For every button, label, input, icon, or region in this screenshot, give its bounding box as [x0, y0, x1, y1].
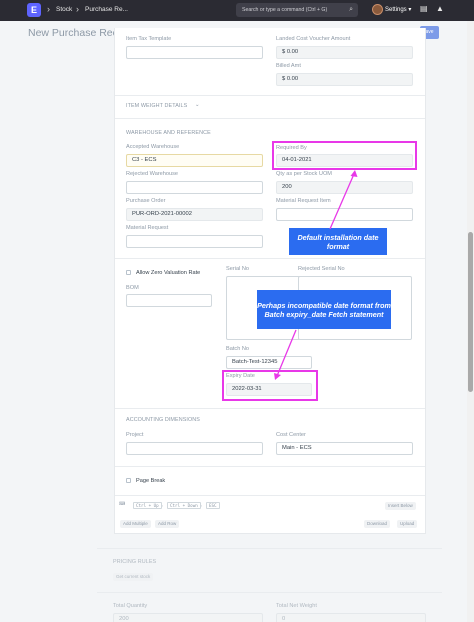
page-scrollbar-thumb[interactable] — [468, 232, 473, 392]
callout-arrow-required-by — [329, 173, 355, 230]
annotation-arrows — [274, 170, 358, 380]
arrowhead-icon — [350, 170, 358, 177]
callout-arrow-expiry-date — [276, 329, 297, 377]
arrowhead-icon — [274, 373, 281, 380]
